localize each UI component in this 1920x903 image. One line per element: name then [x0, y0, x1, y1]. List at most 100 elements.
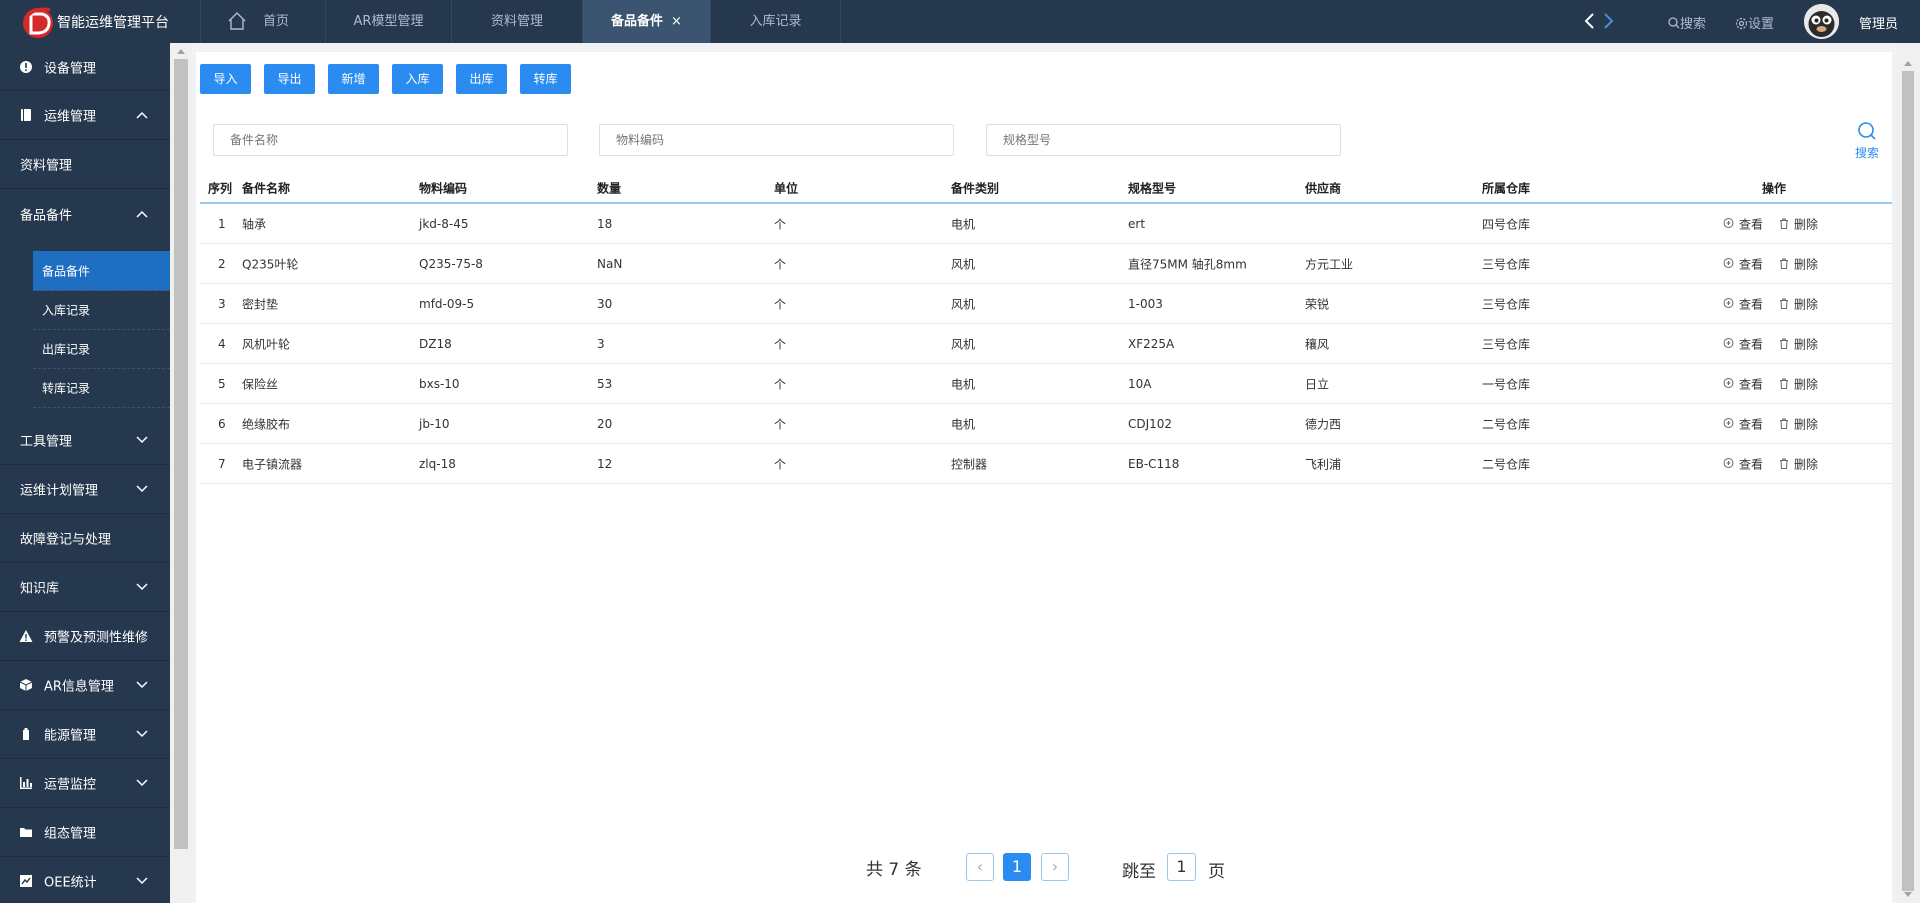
col-header-unit: 单位 [774, 181, 799, 196]
next-page-button[interactable]: › [1041, 853, 1069, 881]
prev-page-button[interactable]: ‹ [966, 853, 994, 881]
spec-model-input[interactable] [986, 124, 1341, 156]
view-button[interactable]: 查看 [1723, 455, 1763, 472]
col-header-name: 备件名称 [242, 181, 291, 196]
stock-out-button[interactable]: 出库 [456, 64, 507, 94]
transfer-button[interactable]: 转库 [520, 64, 571, 94]
sidebar-item-tools[interactable]: 工具管理 [0, 416, 170, 465]
sidebar-subitem-outbound[interactable]: 出库记录 [33, 330, 170, 369]
sidebar-scroll-thumb[interactable] [174, 59, 188, 849]
sidebar-item-spare-parts[interactable]: 备品备件 [0, 189, 170, 238]
cell-spec: 直径75MM 轴孔8mm [1128, 257, 1247, 271]
sidebar-item-documents[interactable]: 资料管理 [0, 140, 170, 189]
sidebar-item-label: 组态管理 [44, 826, 97, 842]
cell-unit: 个 [774, 337, 787, 351]
chevron-down-icon [136, 779, 148, 787]
close-icon[interactable]: × [671, 14, 682, 29]
view-label: 查看 [1739, 257, 1764, 271]
cell-category: 风机 [951, 257, 976, 271]
sidebar-item-monitoring[interactable]: 运营监控 [0, 759, 170, 808]
sidebar-item-knowledge[interactable]: 知识库 [0, 563, 170, 612]
scroll-up-icon[interactable] [1896, 57, 1920, 69]
sidebar-item-oee[interactable]: OEE统计 [0, 857, 170, 903]
view-button[interactable]: 查看 [1723, 415, 1763, 432]
avatar[interactable] [1804, 4, 1839, 39]
table-row: 7 电子镇流器 zlq-18 12 个 控制器 EB-C118 飞利浦 二号仓库 查看 删除 [200, 444, 1892, 484]
sidebar-item-maintenance[interactable]: 运维管理 [0, 91, 170, 140]
view-button[interactable]: 查看 [1723, 295, 1763, 312]
view-button[interactable]: 查看 [1723, 375, 1763, 392]
view-button[interactable]: 查看 [1723, 335, 1763, 352]
delete-button[interactable]: 删除 [1778, 215, 1818, 232]
sidebar-item-maintenance-plan[interactable]: 运维计划管理 [0, 465, 170, 514]
sidebar-item-energy[interactable]: 能源管理 [0, 710, 170, 759]
cell-warehouse: 三号仓库 [1482, 297, 1531, 311]
delete-button[interactable]: 删除 [1778, 415, 1818, 432]
header-search-button[interactable]: 搜索 [1668, 13, 1706, 32]
sidebar-scrollbar[interactable] [170, 43, 192, 903]
folder-icon [20, 828, 32, 837]
sidebar-item-fault[interactable]: 故障登记与处理 [0, 514, 170, 563]
cell-spec: 10A [1128, 376, 1152, 391]
scroll-down-icon[interactable] [1896, 889, 1920, 901]
search-button[interactable]: 搜索 [1851, 121, 1883, 161]
warning-icon [19, 630, 33, 642]
search-icon [1668, 17, 1680, 29]
chevron-right-icon[interactable] [1603, 12, 1615, 30]
cell-supplier: 飞利浦 [1305, 457, 1342, 471]
sidebar-item-warning[interactable]: 预警及预测性维修 [0, 612, 170, 661]
add-button[interactable]: 新增 [328, 64, 379, 94]
scroll-up-icon[interactable] [170, 45, 192, 57]
part-name-input[interactable] [213, 124, 568, 156]
user-name[interactable]: 管理员 [1859, 13, 1898, 32]
sidebar-item-label: 工具管理 [20, 434, 73, 450]
sidebar-subitem-transfer[interactable]: 转库记录 [33, 369, 170, 408]
view-button[interactable]: 查看 [1723, 215, 1763, 232]
sidebar-item-configuration[interactable]: 组态管理 [0, 808, 170, 857]
cell-unit: 个 [774, 417, 787, 431]
stock-in-button[interactable]: 入库 [392, 64, 443, 94]
cell-category: 风机 [951, 297, 976, 311]
pagination: 共 7 条 ‹ 1 › 跳至 1 页 [196, 847, 1892, 887]
trash-icon [1780, 338, 1788, 349]
cell-warehouse: 四号仓库 [1482, 217, 1531, 231]
main-scroll-thumb[interactable] [1902, 71, 1914, 891]
sidebar-item-equipment[interactable]: 设备管理 [0, 43, 170, 91]
chevron-left-icon[interactable] [1583, 12, 1595, 30]
delete-button[interactable]: 删除 [1778, 455, 1818, 472]
delete-button[interactable]: 删除 [1778, 375, 1818, 392]
cell-quantity: 53 [597, 376, 613, 391]
tab-home[interactable]: 首页 [200, 0, 325, 43]
main-scrollbar[interactable] [1896, 43, 1920, 903]
header-settings-button[interactable]: 设置 [1735, 13, 1774, 32]
tab-spare-parts[interactable]: 备品备件 × [582, 0, 710, 43]
book-icon [21, 109, 31, 121]
import-button[interactable]: 导入 [200, 64, 251, 94]
gear-icon [1735, 17, 1748, 30]
tab-ar-model[interactable]: AR模型管理 [325, 0, 451, 43]
delete-button[interactable]: 删除 [1778, 335, 1818, 352]
tab-spare-parts-label: 备品备件 [611, 14, 664, 29]
tab-documents[interactable]: 资料管理 [451, 0, 582, 43]
jump-page-input[interactable]: 1 [1167, 853, 1196, 881]
export-button[interactable]: 导出 [264, 64, 315, 94]
toolbar: 导入 导出 新增 入库 出库 转库 [200, 64, 571, 94]
tab-inbound-records[interactable]: 入库记录 [710, 0, 841, 43]
table-header: 序列 备件名称 物料编码 数量 单位 备件类别 规格型号 供应商 所属仓库 操作 [200, 174, 1892, 204]
cell-category: 电机 [951, 417, 976, 431]
sidebar-subitem-spare-parts[interactable]: 备品备件 [33, 251, 170, 291]
material-code-input[interactable] [599, 124, 954, 156]
delete-label: 删除 [1794, 417, 1819, 431]
bar-chart-icon [20, 777, 32, 789]
delete-button[interactable]: 删除 [1778, 295, 1818, 312]
sidebar-item-label: 故障登记与处理 [20, 532, 112, 548]
line-chart-icon [20, 875, 32, 887]
delete-button[interactable]: 删除 [1778, 255, 1818, 272]
view-button[interactable]: 查看 [1723, 255, 1763, 272]
sidebar-item-ar-info[interactable]: AR信息管理 [0, 661, 170, 710]
sidebar-subitem-inbound[interactable]: 入库记录 [33, 291, 170, 330]
cell-warehouse: 二号仓库 [1482, 417, 1531, 431]
table-body: 1 轴承 jkd-8-45 18 个电机 ert 四号仓库 查看 删除 2 Q235叶轮 Q235-7… [200, 204, 1892, 484]
page-1-button[interactable]: 1 [1003, 853, 1031, 881]
view-label: 查看 [1739, 417, 1764, 431]
